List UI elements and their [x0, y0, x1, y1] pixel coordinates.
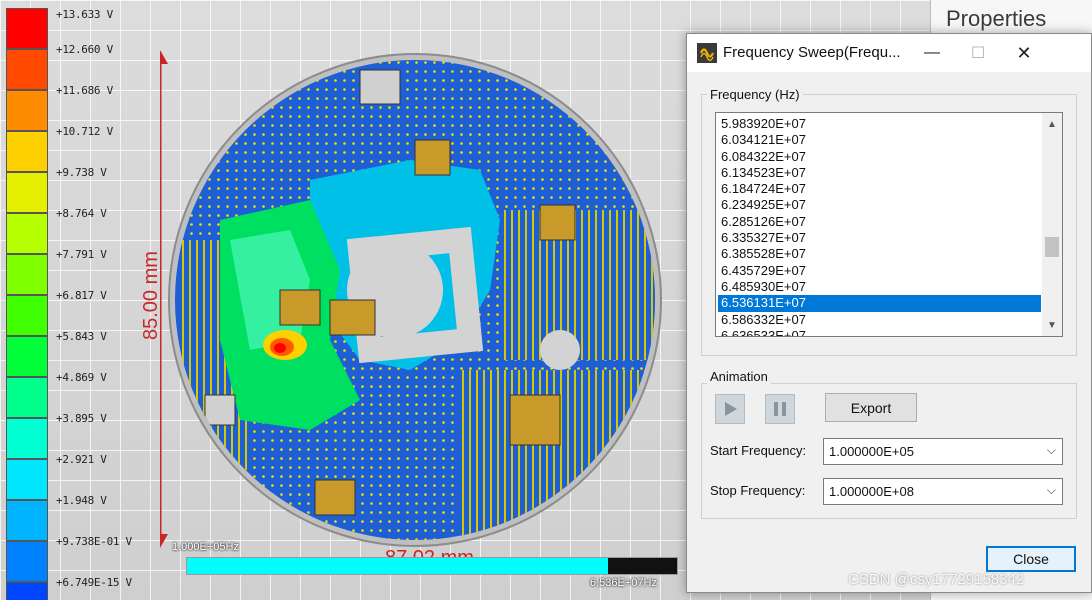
watermark: CSDN @csy17729158342 — [848, 571, 1025, 588]
start-frequency-value: 1.000000E+05 — [829, 444, 914, 459]
frequency-list-item[interactable]: 5.983920E+07 — [718, 116, 1041, 132]
stop-frequency-select[interactable]: 1.000000E+08 ⌵ — [823, 478, 1063, 505]
play-button[interactable] — [715, 394, 745, 424]
dimension-arrow-bottom — [160, 534, 168, 548]
component-pad-e — [314, 479, 356, 516]
legend-swatch — [6, 172, 48, 213]
pause-icon — [774, 402, 786, 416]
legend-swatch — [6, 49, 48, 90]
legend-swatch — [6, 8, 48, 49]
legend-label: +9.738 V — [56, 166, 107, 179]
legend-label: +5.843 V — [56, 330, 107, 343]
pause-button[interactable] — [765, 394, 795, 424]
voltage-legend: +13.633 V +12.660 V +11.686 V +10.712 V +9.7… — [6, 8, 156, 600]
legend-swatch — [6, 541, 48, 582]
start-frequency-label: Start Frequency: — [710, 443, 807, 458]
hotspot-core — [274, 343, 286, 353]
dimension-arrow-top — [160, 50, 168, 64]
frequency-list-item[interactable]: 6.485930E+07 — [718, 279, 1041, 295]
dialog-title: Frequency Sweep(Frequ... — [723, 44, 901, 61]
frequency-list-item[interactable]: 6.234925E+07 — [718, 197, 1041, 213]
frequency-list-item[interactable]: 6.034121E+07 — [718, 132, 1041, 148]
component-left — [204, 394, 236, 426]
start-frequency-select[interactable]: 1.000000E+05 ⌵ — [823, 438, 1063, 465]
mounting-hole-right — [540, 330, 580, 370]
stop-frequency-label: Stop Frequency: — [710, 483, 806, 498]
frequency-list-item[interactable]: 6.134523E+07 — [718, 165, 1041, 181]
dialog-titlebar[interactable]: Frequency Sweep(Frequ... — ☐ ✕ — [687, 34, 1091, 72]
frequency-list-item[interactable]: 6.435729E+07 — [718, 263, 1041, 279]
legend-label: +6.749E-15 V — [56, 576, 132, 589]
legend-label: +7.791 V — [56, 248, 107, 261]
frequency-group-label: Frequency (Hz) — [707, 87, 803, 102]
legend-label: +2.921 V — [56, 453, 107, 466]
frequency-list-item[interactable]: 6.084322E+07 — [718, 149, 1041, 165]
legend-label: +10.712 V — [56, 125, 113, 138]
dimension-label-vertical: 85.00 mm — [140, 251, 162, 340]
legend-label: +9.738E-01 V — [56, 535, 132, 548]
chevron-down-icon: ⌵ — [1046, 443, 1056, 457]
legend-swatch — [6, 582, 48, 600]
legend-swatch — [6, 336, 48, 377]
legend-swatch — [6, 254, 48, 295]
frequency-list-item[interactable]: 6.586332E+07 — [718, 312, 1041, 328]
component-pad-b — [329, 299, 376, 336]
chevron-down-icon: ⌵ — [1046, 483, 1056, 497]
frequency-list-item[interactable]: 6.285126E+07 — [718, 214, 1041, 230]
close-window-button[interactable]: ✕ — [1001, 34, 1047, 72]
sweep-current-label: 6.536E+07Hz — [590, 577, 657, 589]
legend-label: +12.660 V — [56, 43, 113, 56]
legend-swatch — [6, 90, 48, 131]
frequency-list-item[interactable]: 6.536131E+07 — [718, 295, 1041, 312]
legend-label: +13.633 V — [56, 8, 113, 21]
properties-title: Properties — [946, 6, 1047, 31]
component-pad-d — [539, 204, 576, 241]
close-button[interactable]: Close — [986, 546, 1076, 572]
sweep-progress-fill — [187, 558, 609, 574]
legend-swatch — [6, 418, 48, 459]
sweep-start-label: 1.000E+05Hz — [172, 541, 239, 553]
frequency-list-item[interactable]: 6.335327E+07 — [718, 230, 1041, 246]
legend-label: +1.948 V — [56, 494, 107, 507]
pcb-field-plot[interactable] — [160, 40, 680, 560]
component-pad-c — [414, 139, 451, 176]
ic-package — [509, 394, 561, 446]
scroll-down-arrow-icon[interactable]: ▼ — [1042, 316, 1062, 334]
legend-label: +3.895 V — [56, 412, 107, 425]
maximize-button[interactable]: ☐ — [955, 34, 1001, 72]
scroll-thumb[interactable] — [1045, 237, 1059, 257]
export-button[interactable]: Export — [825, 393, 917, 422]
legend-label: +11.686 V — [56, 84, 113, 97]
animation-group-label: Animation — [707, 369, 771, 384]
app-icon — [697, 43, 717, 63]
frequency-list-item[interactable]: 6.184724E+07 — [718, 181, 1041, 197]
component-pad-a — [279, 289, 321, 326]
legend-swatch — [6, 295, 48, 336]
minimize-button[interactable]: — — [909, 34, 955, 72]
frequency-list: 5.983920E+07 6.034121E+07 6.084322E+07 6.13… — [718, 116, 1041, 336]
legend-swatch — [6, 500, 48, 541]
frequency-listbox[interactable]: 5.983920E+07 6.034121E+07 6.084322E+07 6.13… — [715, 112, 1063, 337]
stop-frequency-value: 1.000000E+08 — [829, 484, 914, 499]
play-icon — [725, 402, 737, 416]
component-top — [359, 69, 401, 105]
legend-label: +4.869 V — [56, 371, 107, 384]
listbox-scrollbar[interactable]: ▲ ▼ — [1042, 113, 1062, 336]
legend-swatch — [6, 459, 48, 500]
frequency-list-item[interactable]: 6.636533E+07 — [718, 328, 1041, 336]
legend-label: +6.817 V — [56, 289, 107, 302]
frequency-list-item[interactable]: 6.385528E+07 — [718, 246, 1041, 262]
legend-swatch — [6, 213, 48, 254]
scroll-up-arrow-icon[interactable]: ▲ — [1042, 115, 1062, 133]
legend-label: +8.764 V — [56, 207, 107, 220]
frequency-sweep-dialog: Frequency Sweep(Frequ... — ☐ ✕ Frequency… — [686, 33, 1092, 593]
legend-swatch — [6, 377, 48, 418]
sweep-progress-bar — [186, 557, 678, 575]
legend-swatch — [6, 131, 48, 172]
